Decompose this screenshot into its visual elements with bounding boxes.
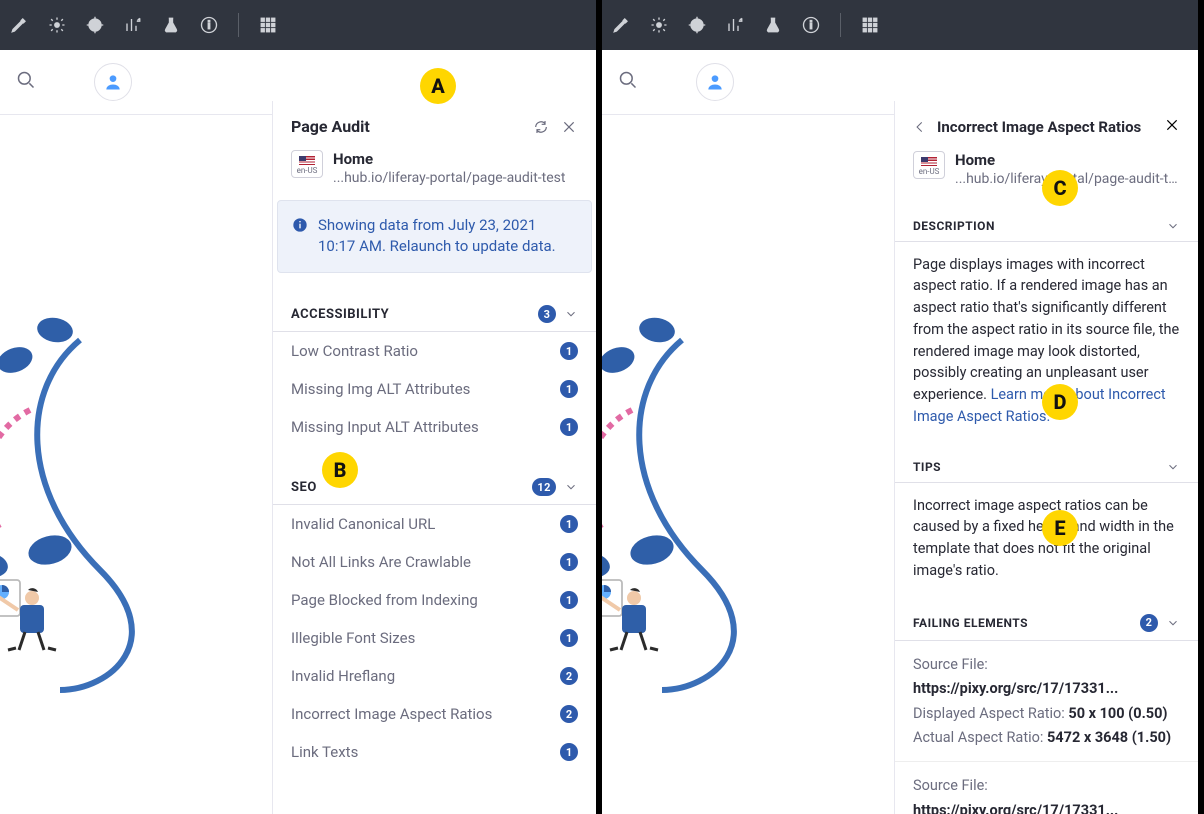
avatar[interactable] [696, 63, 734, 101]
page-url: ...hub.io/liferay-portal/page-audit-test [333, 170, 578, 186]
failing-elements-section-header[interactable]: FAILING ELEMENTS 2 [895, 596, 1198, 641]
locale-code: en-US [297, 166, 318, 175]
issue-row[interactable]: Missing Img ALT Attributes1 [273, 370, 596, 408]
page-name: Home [955, 151, 1180, 171]
issue-row[interactable]: Not All Links Are Crawlable1 [273, 543, 596, 581]
gear-icon[interactable] [48, 16, 66, 34]
apps-grid-icon[interactable] [861, 16, 879, 34]
issue-count-badge: 2 [560, 667, 578, 685]
annotation-b: B [322, 452, 358, 488]
issue-row[interactable]: Invalid Canonical URL1 [273, 505, 596, 543]
issue-row[interactable]: Illegible Font Sizes1 [273, 619, 596, 657]
info-icon[interactable] [200, 16, 218, 34]
issue-row[interactable]: Missing Input ALT Attributes1 [273, 408, 596, 446]
edit-icon[interactable] [10, 16, 28, 34]
failing-element: Source File: https://pixy.org/src/17/173… [895, 762, 1198, 814]
close-icon[interactable] [560, 118, 578, 136]
issue-label: Page Blocked from Indexing [291, 591, 560, 609]
info-alert: Showing data from July 23, 2021 10:17 AM… [277, 200, 592, 274]
decorative-illustration [0, 310, 200, 710]
toolbar-divider [840, 13, 841, 37]
failing-source: https://pixy.org/src/17/17331... [913, 802, 1118, 814]
apps-grid-icon[interactable] [259, 16, 277, 34]
issue-row[interactable]: Incorrect Image Aspect Ratios2 [273, 695, 596, 733]
issue-label: Low Contrast Ratio [291, 342, 560, 360]
flask-icon[interactable] [764, 16, 782, 34]
failing-displayed: 50 x 100 (0.50) [1068, 705, 1167, 722]
issue-label: Invalid Canonical URL [291, 515, 560, 533]
issue-count-badge: 1 [560, 553, 578, 571]
detail-title: Incorrect Image Aspect Ratios [937, 118, 1154, 136]
issue-detail-panel: Incorrect Image Aspect Ratios en-US Home… [894, 101, 1198, 814]
failing-source: https://pixy.org/src/17/17331... [913, 680, 1118, 697]
issue-label: Illegible Font Sizes [291, 629, 560, 647]
locale-code: en-US [919, 167, 940, 176]
search-icon[interactable] [16, 70, 36, 94]
issue-label: Incorrect Image Aspect Ratios [291, 705, 560, 723]
annotation-c: C [1042, 170, 1078, 206]
issue-count-badge: 1 [560, 342, 578, 360]
issue-row[interactable]: Page Blocked from Indexing1 [273, 581, 596, 619]
issue-count-badge: 1 [560, 515, 578, 533]
failing-actual: 5472 x 3648 (1.50) [1047, 729, 1171, 746]
issue-count-badge: 1 [560, 743, 578, 761]
issue-label: Invalid Hreflang [291, 667, 560, 685]
issue-count-badge: 1 [560, 418, 578, 436]
issue-count-badge: 1 [560, 629, 578, 647]
issue-row[interactable]: Low Contrast Ratio1 [273, 332, 596, 370]
annotation-e: E [1042, 510, 1078, 546]
issue-row[interactable]: Invalid Hreflang2 [273, 657, 596, 695]
locale-flag[interactable]: en-US [913, 151, 945, 179]
issue-label: Not All Links Are Crawlable [291, 553, 560, 571]
top-toolbar [0, 0, 596, 50]
chevron-down-icon [1166, 616, 1180, 630]
info-icon[interactable] [802, 16, 820, 34]
refresh-icon[interactable] [532, 118, 550, 136]
issue-row[interactable]: Link Texts1 [273, 733, 596, 771]
locale-flag[interactable]: en-US [291, 150, 323, 178]
info-icon [292, 217, 308, 259]
edit-icon[interactable] [612, 16, 630, 34]
target-icon[interactable] [688, 16, 706, 34]
annotation-d: D [1042, 384, 1078, 420]
section-title: ACCESSIBILITY [291, 307, 538, 322]
back-icon[interactable] [913, 120, 927, 134]
analytics-icon[interactable] [124, 16, 142, 34]
target-icon[interactable] [86, 16, 104, 34]
description-section-header[interactable]: DESCRIPTION [895, 201, 1198, 242]
failing-element: Source File: https://pixy.org/src/17/173… [895, 641, 1198, 763]
tips-section-header[interactable]: TIPS [895, 442, 1198, 483]
toolbar-divider [238, 13, 239, 37]
page-name: Home [333, 150, 578, 170]
flask-icon[interactable] [162, 16, 180, 34]
page-audit-panel: Page Audit en-US Home ...hub.io/liferay-… [272, 101, 596, 814]
issue-label: Link Texts [291, 743, 560, 761]
decorative-illustration [602, 310, 802, 710]
avatar[interactable] [94, 63, 132, 101]
chevron-down-icon [564, 307, 578, 321]
issue-count-badge: 1 [560, 380, 578, 398]
alert-text: Showing data from July 23, 2021 10:17 AM… [318, 215, 577, 259]
section-count-badge: 12 [532, 478, 556, 496]
annotation-a: A [420, 68, 456, 104]
close-icon[interactable] [1164, 117, 1180, 137]
failing-count-badge: 2 [1140, 614, 1158, 632]
issue-count-badge: 1 [560, 591, 578, 609]
chevron-down-icon [1166, 219, 1180, 233]
issue-label: Missing Img ALT Attributes [291, 380, 560, 398]
panel-title: Page Audit [291, 117, 522, 136]
gear-icon[interactable] [650, 16, 668, 34]
audit-section-header[interactable]: ACCESSIBILITY3 [273, 287, 596, 332]
analytics-icon[interactable] [726, 16, 744, 34]
chevron-down-icon [1166, 460, 1180, 474]
search-icon[interactable] [618, 70, 638, 94]
chevron-down-icon [564, 480, 578, 494]
issue-count-badge: 2 [560, 705, 578, 723]
issue-label: Missing Input ALT Attributes [291, 418, 560, 436]
section-count-badge: 3 [538, 305, 556, 323]
top-toolbar [602, 0, 1198, 50]
